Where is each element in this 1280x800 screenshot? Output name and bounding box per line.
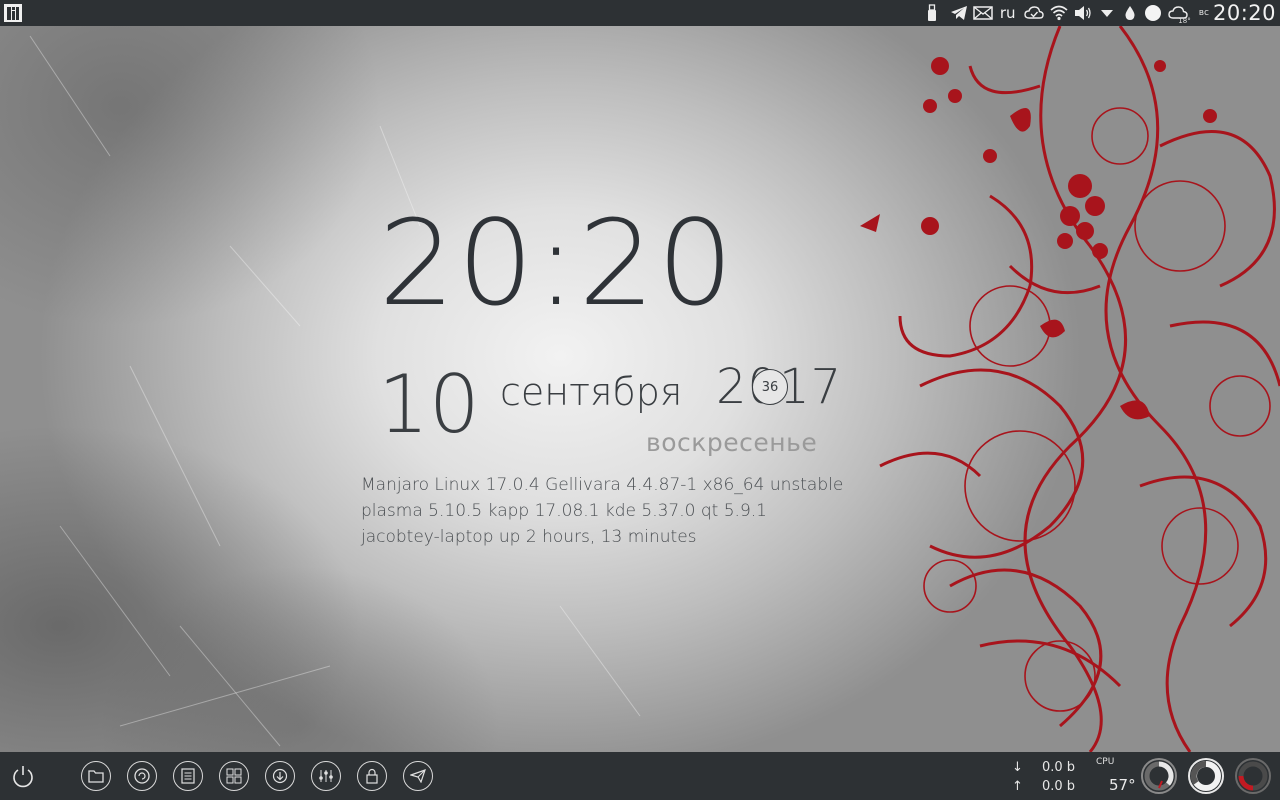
- system-tray: ru 18° вс 20:20: [917, 0, 1276, 26]
- usb-icon[interactable]: [917, 0, 947, 26]
- volume-icon[interactable]: [1071, 0, 1095, 26]
- keyboard-layout[interactable]: ru: [995, 0, 1021, 26]
- mail-icon[interactable]: [971, 0, 995, 26]
- upload-arrow-icon: ↑: [1011, 779, 1023, 794]
- telegram-icon[interactable]: [403, 761, 433, 791]
- folder-icon[interactable]: [81, 761, 111, 791]
- desktop-wallpaper: 20:20 10 сентября 2017 36 воскресенье Ma…: [0, 26, 1280, 752]
- panel-clock[interactable]: 20:20: [1213, 0, 1276, 26]
- download-icon[interactable]: [265, 761, 295, 791]
- text-editor-icon[interactable]: [173, 761, 203, 791]
- date-day: 10: [378, 358, 480, 451]
- expand-tray-icon[interactable]: [1095, 0, 1119, 26]
- week-number-badge: 36: [752, 369, 788, 405]
- cpu-temp: 57°: [1109, 776, 1136, 794]
- cpu-gauge[interactable]: [1139, 756, 1179, 796]
- telegram-icon[interactable]: [947, 0, 971, 26]
- weather-temp: 18°: [1178, 17, 1191, 25]
- app-menu-icon[interactable]: [3, 3, 23, 23]
- system-info: Manjaro Linux 17.0.4 Gellivara 4.4.87-1 …: [361, 472, 843, 550]
- wifi-icon[interactable]: [1047, 0, 1071, 26]
- cloud-sync-icon[interactable]: [1021, 0, 1047, 26]
- desktop-clock-time: 20:20: [378, 194, 736, 332]
- memory-gauge[interactable]: [1186, 756, 1226, 796]
- date-month: сентября: [500, 370, 683, 414]
- weather-widget[interactable]: 18°: [1165, 0, 1193, 26]
- lock-icon[interactable]: [357, 761, 387, 791]
- system-info-line: jacobtey-laptop up 2 hours, 13 minutes: [361, 527, 697, 547]
- update-icon[interactable]: [127, 761, 157, 791]
- day-abbreviation: вс: [1198, 8, 1209, 18]
- weekday: воскресенье: [646, 428, 818, 457]
- system-info-line: Manjaro Linux 17.0.4 Gellivara 4.4.87-1 …: [361, 475, 844, 495]
- disk-gauge[interactable]: [1233, 756, 1273, 796]
- night-mode-icon[interactable]: [1141, 0, 1165, 26]
- mixer-icon[interactable]: [311, 761, 341, 791]
- floral-ornament: [860, 26, 1280, 752]
- power-icon[interactable]: [10, 763, 36, 789]
- bottom-panel: ↓ 0.0 b ↑ 0.0 b: [0, 752, 1280, 800]
- net-down: 0.0 b: [1041, 760, 1075, 775]
- cpu-label: CPU: [1096, 757, 1115, 767]
- net-up: 0.0 b: [1041, 779, 1075, 794]
- network-monitor: ↓ 0.0 b ↑ 0.0 b: [1012, 758, 1075, 796]
- top-panel: ru 18° вс 20:20: [0, 0, 1280, 26]
- download-arrow-icon: ↓: [1011, 760, 1023, 775]
- system-info-line: plasma 5.10.5 kapp 17.08.1 kde 5.37.0 qt…: [361, 501, 767, 521]
- drop-icon[interactable]: [1119, 0, 1141, 26]
- grid-apps-icon[interactable]: [219, 761, 249, 791]
